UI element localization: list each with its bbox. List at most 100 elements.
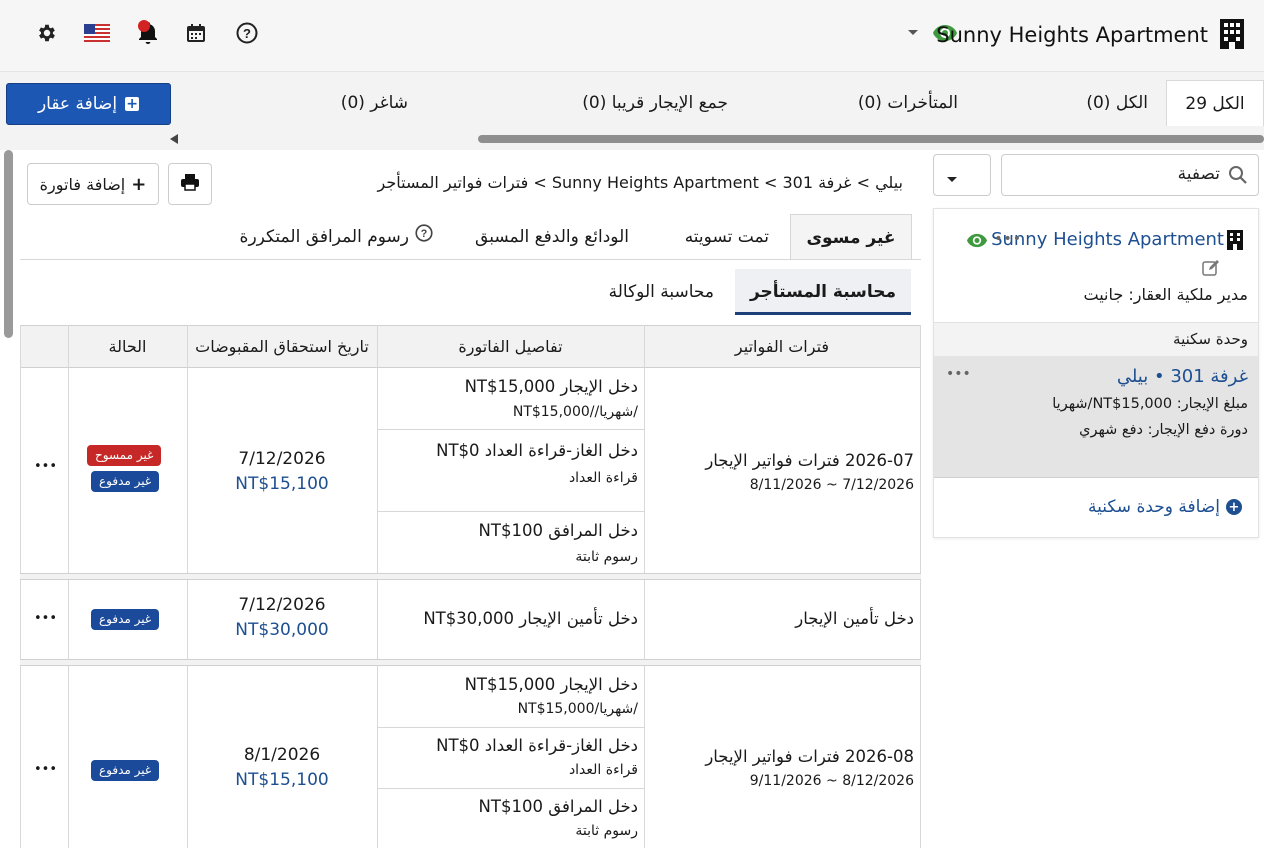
due-date: 7/12/2026 [238, 449, 326, 469]
detail-title: دخل المرافق NT$100 [478, 797, 638, 816]
row-more-options-icon[interactable]: ••• [34, 611, 57, 626]
vertical-scrollbar[interactable] [4, 150, 13, 338]
invoice-table: فترات الفواتير تفاصيل الفاتورة تاريخ است… [20, 325, 921, 848]
header-receivable-due-date: تاريخ استحقاق المقبوضات [195, 337, 369, 356]
property-card: Sunny Heights Apartment ••• مدير ملكية ا… [933, 208, 1259, 538]
filter-placeholder: تصفية [1177, 164, 1220, 184]
unit-cycle-line: دورة دفع الإيجار: دفع شهري [1079, 422, 1248, 438]
property-manager-line: مدير ملكية العقار: جانيت [1083, 285, 1249, 304]
tab-recurring-utility-fees[interactable]: ? رسوم المرافق المتكررة [240, 214, 433, 260]
filter-input[interactable]: تصفية [1001, 154, 1259, 196]
detail-sub: رسوم ثابتة [575, 823, 638, 839]
eye-icon[interactable] [966, 233, 988, 252]
row-separator [20, 659, 921, 666]
detail-title: دخل الإيجار NT$15,000 [464, 377, 638, 396]
detail-title: دخل الإيجار NT$15,000 [464, 675, 638, 694]
help-icon: ? [415, 214, 433, 260]
period-range: 8/12/2026 ~ 9/11/2026 [749, 773, 914, 789]
status-badge-unpaid: غير مدفوع [91, 471, 160, 492]
unit-item[interactable]: غرفة 301 • بيلي ••• مبلغ الإيجار: NT$15,… [934, 356, 1258, 478]
calendar-icon[interactable] [183, 20, 209, 46]
table-row: 2026-08 فترات فواتير الإيجار 8/12/2026 ~… [20, 666, 921, 848]
detail-sub: /شهريا/NT$15,000 [517, 701, 638, 717]
recurring-fees-label: رسوم المرافق المتكررة [239, 227, 409, 247]
table-row: 2026-07 فترات فواتير الإيجار 7/12/2026 ~… [20, 368, 921, 573]
status-badge-unpaid: غير مدفوع [91, 760, 160, 781]
svg-text:?: ? [421, 228, 428, 240]
detail-sub: قراءة العداد [568, 470, 638, 486]
filter-dropdown[interactable] [933, 154, 991, 196]
invoice-panel: + إضافة فاتورة بيلي > غرفة 301 > Sunny H… [20, 150, 921, 848]
unit-title[interactable]: غرفة 301 • بيلي [1117, 366, 1248, 387]
tab-tenant-accounting[interactable]: محاسبة المستأجر [735, 269, 911, 315]
sidebar-property-name[interactable]: Sunny Heights Apartment [991, 229, 1224, 250]
tab-overdue[interactable]: المتأخرات (0) [858, 80, 958, 126]
due-amount: NT$15,100 [235, 770, 329, 790]
caret-down-icon [946, 170, 958, 188]
row-more-options-icon[interactable]: ••• [34, 762, 57, 777]
add-property-label: إضافة عقار [37, 94, 118, 114]
building-icon [1226, 229, 1244, 255]
detail-title: دخل المرافق NT$100 [478, 521, 638, 540]
add-invoice-label: إضافة فاتورة [39, 174, 126, 194]
header-status: الحالة [108, 337, 147, 356]
gear-icon[interactable] [34, 20, 60, 46]
detail-title: دخل الغاز-قراءة العداد NT$0 [436, 736, 638, 755]
header-invoice-details: تفاصيل الفاتورة [458, 337, 563, 356]
units-section-header: وحدة سكنية [934, 322, 1258, 356]
due-date: 8/1/2026 [243, 745, 321, 765]
unit-rent-line: مبلغ الإيجار: NT$15,000/شهريا [1052, 396, 1248, 412]
tab-rent-due-soon[interactable]: جمع الإيجار قريبا (0) [582, 80, 728, 126]
edit-icon[interactable] [1202, 259, 1220, 281]
add-unit-link[interactable]: + إضافة وحدة سكنية [1088, 497, 1242, 517]
tab-agency-accounting[interactable]: محاسبة الوكالة [609, 269, 714, 315]
add-unit-label: إضافة وحدة سكنية [1088, 497, 1220, 517]
svg-text:?: ? [243, 26, 251, 41]
due-amount: NT$15,100 [235, 474, 329, 494]
chevron-down-icon[interactable] [900, 20, 926, 46]
detail-sub: رسوم ثابتة [575, 549, 638, 565]
print-button[interactable] [168, 163, 212, 205]
row-separator [20, 573, 921, 580]
status-badge-unpaid: غير مدفوع [91, 609, 160, 630]
tab-settled[interactable]: تمت تسويته [685, 214, 769, 260]
detail-sub: /شهريا//NT$15,000 [512, 404, 638, 420]
add-property-button[interactable]: + إضافة عقار [6, 83, 171, 125]
tab-unsettled[interactable]: غير مسوى [790, 214, 912, 260]
status-badge-unscanned: غير ممسوح [87, 445, 162, 466]
unit-more-options-icon[interactable]: ••• [946, 366, 971, 382]
property-selector-title[interactable]: Sunny Heights Apartment [936, 20, 1208, 50]
units-header-label: وحدة سكنية [1173, 330, 1248, 348]
us-flag-icon[interactable] [83, 20, 111, 46]
period-title: 2026-07 فترات فواتير الإيجار [705, 451, 914, 470]
breadcrumb[interactable]: بيلي > غرفة 301 > Sunny Heights Apartmen… [378, 173, 903, 192]
horizontal-scrollbar[interactable] [170, 131, 1264, 144]
tab-all-29[interactable]: الكل 29 [1166, 80, 1264, 126]
tab-all[interactable]: الكل (0) [1086, 80, 1148, 126]
printer-icon [180, 173, 200, 195]
period-range: 7/12/2026 ~ 8/11/2026 [749, 477, 914, 493]
detail-sub: قراءة العداد [568, 762, 638, 778]
header-billing-periods: فترات الفواتير [734, 337, 830, 356]
property-filter-tabs: الكل 29 الكل (0) المتأخرات (0) جمع الإيج… [0, 72, 1264, 150]
plus-circle-icon: + [1226, 499, 1242, 515]
building-icon [1217, 17, 1247, 51]
detail-title: دخل تأمين الإيجار NT$30,000 [423, 609, 638, 628]
help-icon[interactable]: ? [234, 20, 260, 46]
table-row: دخل تأمين الإيجار دخل تأمين الإيجار NT$3… [20, 580, 921, 659]
plus-icon: + [131, 173, 147, 195]
row-more-options-icon[interactable]: ••• [34, 459, 57, 474]
tab-deposits-prepayments[interactable]: الودائع والدفع المسبق [475, 214, 629, 260]
plus-square-icon: + [125, 96, 140, 112]
tab-vacant[interactable]: شاغر (0) [341, 80, 408, 126]
search-icon [1228, 165, 1248, 189]
due-date: 7/12/2026 [238, 595, 326, 615]
period-title: 2026-08 فترات فواتير الإيجار [705, 747, 914, 766]
due-amount: NT$30,000 [235, 620, 329, 640]
more-options-icon[interactable]: ••• [994, 231, 1022, 247]
add-invoice-button[interactable]: + إضافة فاتورة [27, 163, 159, 205]
detail-title: دخل الغاز-قراءة العداد NT$0 [436, 441, 638, 460]
bell-icon[interactable] [135, 20, 161, 46]
top-bar: ? Sunny Heights Apartment [0, 0, 1264, 72]
period-title: دخل تأمين الإيجار [795, 609, 914, 628]
